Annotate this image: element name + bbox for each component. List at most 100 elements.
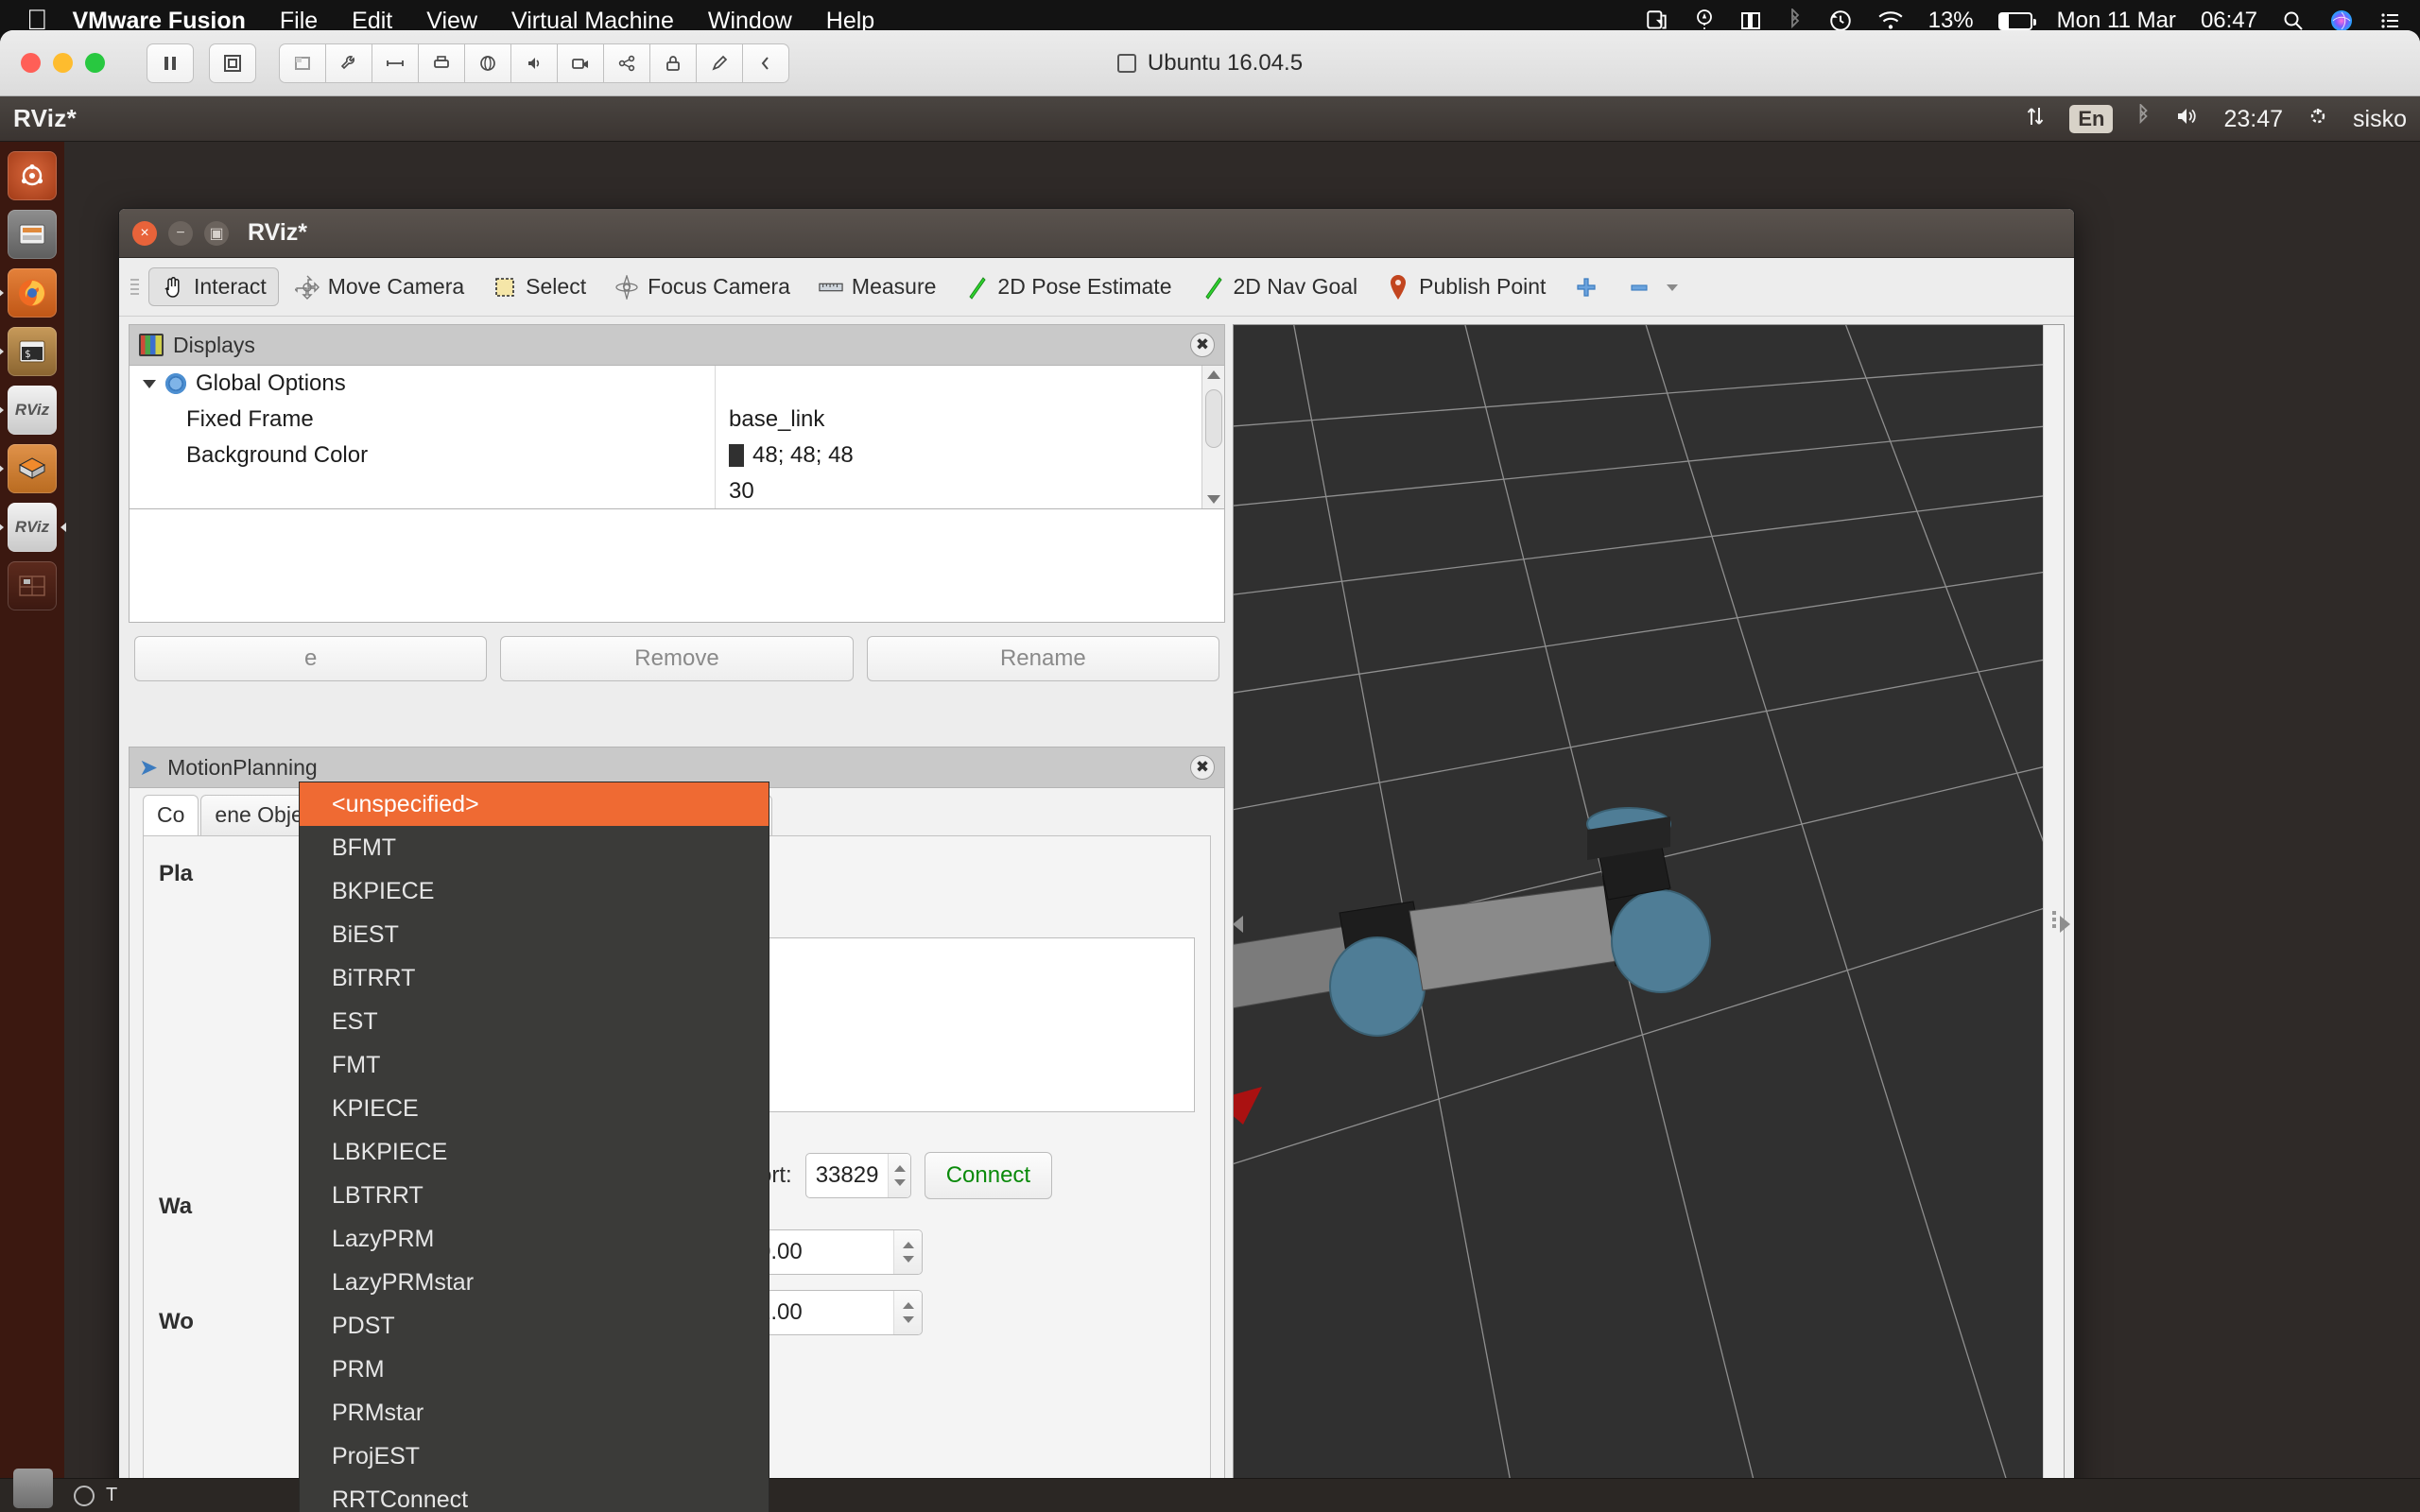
vmware-device-buttons[interactable] [279,43,789,83]
close-window-button[interactable] [21,53,41,73]
files-icon[interactable] [8,210,57,259]
spinner-arrows[interactable] [893,1230,922,1274]
usb-icon[interactable] [372,43,419,83]
unity-username-label[interactable]: sisko [2353,106,2407,133]
rviz-titlebar[interactable]: × − ▣ RViz* [119,209,2074,258]
firefox-icon[interactable] [0,268,57,318]
rviz-icon-2[interactable]: RViz [0,503,66,552]
workspace-z-min-value[interactable]: 0.00 [749,1239,893,1265]
dropdown-option-kpiece[interactable]: KPIECE [300,1087,769,1130]
chevron-down-icon[interactable] [1660,275,1685,300]
pencil-icon[interactable] [696,43,743,83]
tree-row-fixed-frame[interactable]: Fixed Frame [130,402,715,438]
settings-wrench-icon[interactable] [325,43,372,83]
tool-interact[interactable]: Interact [148,267,279,306]
dropdown-option-lazyprmstar[interactable]: LazyPRMstar [300,1261,769,1304]
tab-context[interactable]: Co [143,795,199,835]
tool-measure[interactable]: Measure [806,267,948,306]
sound-icon[interactable] [510,43,558,83]
network-icon[interactable] [464,43,511,83]
dropdown-option-est[interactable]: EST [300,1000,769,1043]
wifi-icon[interactable] [1877,10,1904,31]
planner-id-dropdown[interactable]: <unspecified> BFMT BKPIECE BiEST BiTRRT … [299,782,769,1512]
scrollbar-grip[interactable] [2051,911,2056,928]
spinner-arrows[interactable] [888,1154,910,1197]
dropdown-option-lbkpiece[interactable]: LBKPIECE [300,1130,769,1174]
duplicate-button[interactable]: e [134,636,488,681]
terminal-icon[interactable]: $_ [0,327,57,376]
chevron-left-icon[interactable] [742,43,789,83]
tree-value-frame-rate[interactable]: 30 [716,473,1224,509]
tree-row-frame-rate[interactable] [130,473,715,509]
dropdown-option-projest[interactable]: ProjEST [300,1435,769,1478]
window-traffic-lights[interactable] [21,53,105,73]
left-dock-collapse-icon[interactable] [1233,916,1243,933]
tree-value-fixed-frame[interactable]: base_link [716,402,1224,438]
ubuntu-dash-icon[interactable] [8,151,57,200]
system-monitor-icon[interactable] [8,561,57,610]
rviz-maximize-button[interactable]: ▣ [204,220,229,246]
rviz-minimize-button[interactable]: − [168,220,193,246]
dropdown-option-fmt[interactable]: FMT [300,1043,769,1087]
battery-icon[interactable] [1997,11,2036,30]
dropdown-option-prmstar[interactable]: PRMstar [300,1391,769,1435]
fullscreen-icon[interactable] [279,43,326,83]
expand-arrow-icon[interactable] [143,379,156,388]
right-dock-collapse-icon[interactable] [2060,916,2070,933]
workspace-z-max-value[interactable]: 2.00 [749,1299,893,1326]
control-center-icon[interactable] [2378,9,2401,32]
workspace-z-max-spinner[interactable]: 2.00 [748,1290,923,1335]
keyboard-layout-indicator[interactable]: En [2069,105,2114,133]
tool-publish-point[interactable]: Publish Point [1374,267,1558,306]
remove-button[interactable]: Remove [500,636,854,681]
gazebo-icon[interactable] [0,444,57,493]
dropdown-option-prm[interactable]: PRM [300,1348,769,1391]
workspace-z-min-spinner[interactable]: 0.00 [748,1229,923,1275]
vm-lock-icon[interactable] [649,43,697,83]
displays-close-icon[interactable]: ✖ [1190,333,1215,357]
tool-2d-pose-estimate[interactable]: 2D Pose Estimate [952,267,1184,306]
displays-tree-scrollbar[interactable] [1201,366,1224,508]
displays-tree[interactable]: Global Options Fixed Frame Background Co… [129,366,1225,509]
network-transfer-icon[interactable] [2024,104,2047,135]
dropdown-option-unspecified[interactable]: <unspecified> [300,782,769,826]
warehouse-port-spinner[interactable]: 33829 [804,1153,911,1198]
tool-move-camera[interactable]: Move Camera [283,267,476,306]
share-icon[interactable] [603,43,650,83]
tree-value-background-color[interactable]: 48; 48; 48 [716,438,1224,473]
tree-row-background-color[interactable]: Background Color [130,438,715,473]
warehouse-port-value[interactable]: 33829 [806,1162,889,1189]
scroll-up-icon[interactable] [1206,370,1220,379]
tree-row-global-options[interactable]: Global Options [130,366,715,402]
minimize-window-button[interactable] [53,53,73,73]
spinner-arrows[interactable] [893,1291,922,1334]
dropdown-option-lbtrrt[interactable]: LBTRRT [300,1174,769,1217]
pause-icon[interactable] [147,43,194,83]
dropdown-option-rrtconnect[interactable]: RRTConnect [300,1478,769,1512]
dropdown-option-bfmt[interactable]: BFMT [300,826,769,869]
search-icon[interactable] [2282,9,2305,32]
maximize-window-button[interactable] [85,53,105,73]
tool-add-button[interactable] [1562,268,1611,306]
rename-button[interactable]: Rename [866,636,1219,681]
dropdown-option-biest[interactable]: BiEST [300,913,769,956]
dropdown-option-bkpiece[interactable]: BKPIECE [300,869,769,913]
printer-icon[interactable] [418,43,465,83]
connect-button[interactable]: Connect [924,1152,1053,1199]
tool-focus-camera[interactable]: Focus Camera [602,267,803,306]
motion-planning-close-icon[interactable]: ✖ [1190,755,1215,780]
dropdown-option-pdst[interactable]: PDST [300,1304,769,1348]
dropdown-option-lazyprm[interactable]: LazyPRM [300,1217,769,1261]
rviz-close-button[interactable]: × [132,220,157,246]
bluetooth-icon[interactable] [2135,102,2152,135]
rviz-3d-view[interactable] [1233,324,2065,1512]
snapshot-icon[interactable] [209,43,256,83]
camera-icon[interactable] [557,43,604,83]
unity-clock-label[interactable]: 23:47 [2223,106,2283,133]
toolbar-drag-handle[interactable] [130,270,139,304]
display-split-icon[interactable] [1739,9,1762,32]
rviz-icon[interactable]: RViz [0,386,57,435]
trash-icon[interactable] [13,1469,53,1508]
scrollbar-thumb[interactable] [1204,389,1222,448]
tool-select[interactable]: Select [480,267,598,306]
